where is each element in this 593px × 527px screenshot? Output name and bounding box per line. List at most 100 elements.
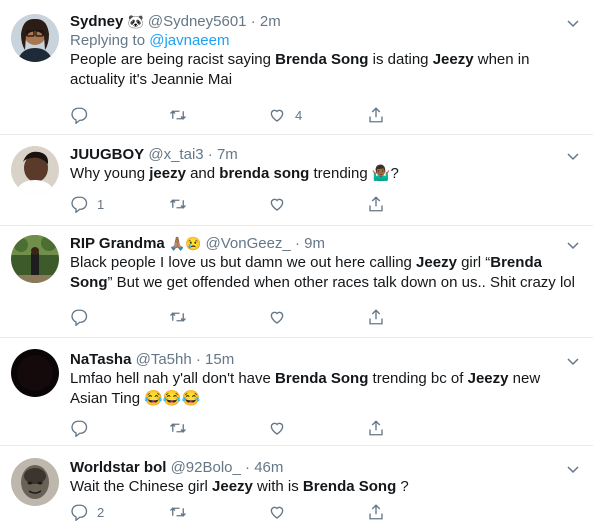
action-bar: 2 <box>70 503 466 521</box>
separator: · <box>245 459 251 476</box>
reply-button[interactable] <box>70 308 169 326</box>
tweet-feed: Sydney 🐼 @Sydney5601 · 2m Replying to @j… <box>0 0 593 527</box>
user-handle[interactable]: @VonGeez_ <box>205 235 290 252</box>
highlight-term: Brenda Song <box>302 478 397 495</box>
reply-icon <box>71 504 88 521</box>
like-button[interactable]: 4 <box>268 106 367 124</box>
chevron-down-icon[interactable] <box>567 150 579 162</box>
user-handle[interactable]: @x_tai3 <box>148 146 203 163</box>
like-icon <box>270 422 284 435</box>
text-part: trending bc of <box>368 370 468 387</box>
retweet-icon <box>170 199 186 209</box>
tweet-header: Sydney 🐼 @Sydney5601 · 2m <box>70 13 579 31</box>
avatar[interactable] <box>11 235 59 283</box>
text-part: Lmfao hell nah y'all don't have <box>70 370 276 387</box>
avatar[interactable] <box>11 14 59 62</box>
separator: · <box>195 351 201 368</box>
reply-icon <box>71 309 88 326</box>
like-icon <box>270 506 284 519</box>
reply-icon <box>71 420 88 437</box>
chevron-down-icon[interactable] <box>567 463 579 475</box>
like-button[interactable] <box>268 308 367 326</box>
retweet-button[interactable] <box>169 503 268 521</box>
display-name[interactable]: NaTasha <box>70 351 131 368</box>
retweet-icon <box>170 312 186 322</box>
tweet[interactable]: NaTasha @Ta5hh · 15m Lmfao hell nah y'al… <box>0 338 593 446</box>
timestamp[interactable]: 7m <box>217 146 238 163</box>
retweet-button[interactable] <box>169 106 268 124</box>
retweet-icon <box>170 507 186 517</box>
timestamp[interactable]: 2m <box>260 13 281 30</box>
action-bar: 4 <box>70 106 466 124</box>
name-emoji: 🐼 <box>127 14 144 29</box>
text-part: Black people I love us but damn we out h… <box>70 254 417 271</box>
chevron-down-icon[interactable] <box>567 239 579 251</box>
text-part: trending 🤷🏾‍♂️? <box>309 165 399 182</box>
display-name[interactable]: RIP Grandma <box>70 235 165 252</box>
like-icon <box>270 198 284 211</box>
timestamp[interactable]: 9m <box>304 235 325 252</box>
like-icon <box>270 109 284 122</box>
avatar[interactable] <box>11 458 59 506</box>
avatar[interactable] <box>11 146 59 194</box>
tweet[interactable]: Worldstar bol @92Bolo_ · 46m Wait the Ch… <box>0 446 593 527</box>
highlight-term: Brenda Song <box>275 51 369 68</box>
user-handle[interactable]: @Sydney5601 <box>148 13 247 30</box>
name-emoji: 🙏🏽😢 <box>168 236 202 251</box>
separator: · <box>294 235 300 252</box>
text-part: and <box>185 165 220 182</box>
chevron-down-icon[interactable] <box>567 355 579 367</box>
display-name[interactable]: Worldstar bol <box>70 459 166 476</box>
share-button[interactable] <box>367 419 466 437</box>
text-part: People are being racist saying <box>70 51 276 68</box>
share-button[interactable] <box>367 308 466 326</box>
chevron-down-icon[interactable] <box>567 17 579 29</box>
reply-count: 1 <box>97 196 105 212</box>
highlight-term: Brenda Song <box>275 370 369 387</box>
text-part: Why young <box>70 165 150 182</box>
timestamp[interactable]: 46m <box>254 459 283 476</box>
reply-icon <box>71 107 88 124</box>
reply-button[interactable] <box>70 106 169 124</box>
share-icon <box>369 107 383 123</box>
share-icon <box>369 420 383 436</box>
display-name[interactable]: Sydney <box>70 13 123 30</box>
display-name[interactable]: JUUGBOY <box>70 146 144 163</box>
text-part: with is <box>252 478 303 495</box>
share-icon <box>369 196 383 212</box>
text-part: ? <box>396 478 409 495</box>
text-part: ” But we get offended when other races t… <box>107 274 575 291</box>
like-button[interactable] <box>268 195 367 213</box>
user-handle[interactable]: @92Bolo_ <box>171 459 241 476</box>
user-handle[interactable]: @Ta5hh <box>136 351 192 368</box>
timestamp[interactable]: 15m <box>205 351 234 368</box>
replying-label: Replying to <box>70 32 146 49</box>
text-part: Wait the Chinese girl <box>70 478 213 495</box>
tweet[interactable]: Sydney 🐼 @Sydney5601 · 2m Replying to @j… <box>0 0 593 135</box>
tweet-text: Lmfao hell nah y'all don't have Brenda S… <box>70 369 579 409</box>
tweet-header: NaTasha @Ta5hh · 15m <box>70 351 579 369</box>
avatar[interactable] <box>11 349 59 397</box>
like-count: 4 <box>295 107 303 123</box>
like-button[interactable] <box>268 419 367 437</box>
tweet[interactable]: JUUGBOY @x_tai3 · 7m Why young jeezy and… <box>0 135 593 226</box>
retweet-button[interactable] <box>169 308 268 326</box>
retweet-button[interactable] <box>169 195 268 213</box>
reply-button[interactable]: 1 <box>70 195 169 213</box>
tweet-text: Black people I love us but damn we out h… <box>70 253 579 293</box>
reply-button[interactable] <box>70 419 169 437</box>
reply-button[interactable]: 2 <box>70 503 169 521</box>
highlight-term: jeezy <box>149 165 186 182</box>
replying-handle-link[interactable]: @javnaeem <box>149 32 229 49</box>
tweet[interactable]: RIP Grandma 🙏🏽😢 @VonGeez_ · 9m Black peo… <box>0 226 593 338</box>
retweet-button[interactable] <box>169 419 268 437</box>
share-button[interactable] <box>367 106 466 124</box>
highlight-term: Jeezy <box>432 51 474 68</box>
separator: · <box>207 146 213 163</box>
like-button[interactable] <box>268 503 367 521</box>
share-button[interactable] <box>367 195 466 213</box>
share-button[interactable] <box>367 503 466 521</box>
like-icon <box>270 311 284 324</box>
action-bar <box>70 308 466 326</box>
retweet-icon <box>170 110 186 120</box>
